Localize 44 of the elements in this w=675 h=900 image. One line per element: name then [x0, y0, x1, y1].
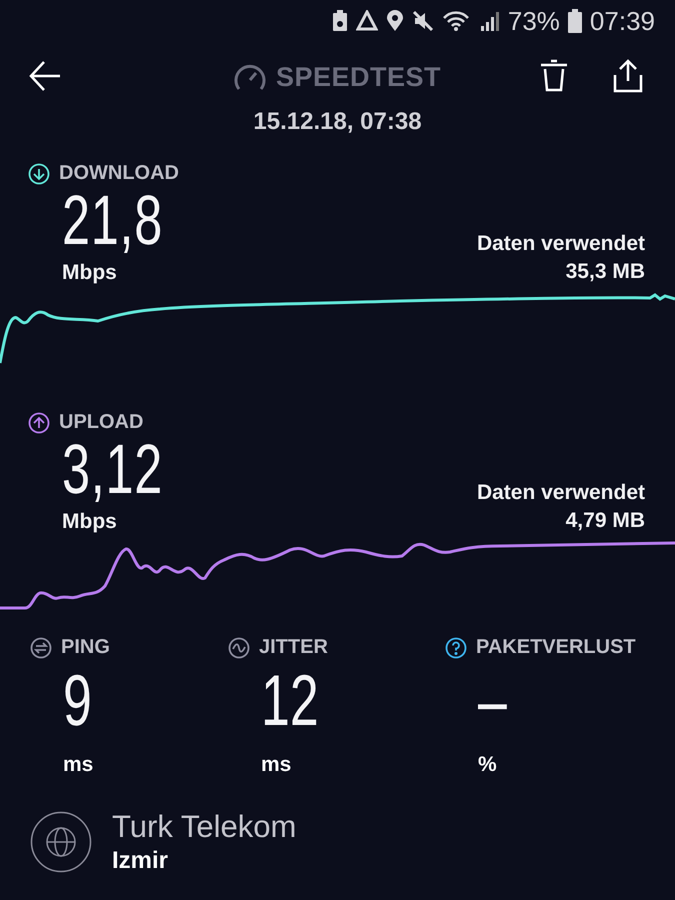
jitter-value: 12 [261, 665, 319, 743]
ping-icon [30, 636, 52, 658]
speed-unit: Mbps [62, 261, 118, 285]
share-button[interactable] [612, 59, 644, 93]
jitter-label: JITTER [259, 636, 328, 659]
download-icon [28, 162, 50, 184]
app-title: SPEEDTEST [276, 62, 442, 92]
upload-label: UPLOAD [59, 411, 144, 434]
globe-icon [30, 811, 92, 873]
packet-loss-value: – [478, 665, 507, 743]
delete-button[interactable] [538, 59, 570, 93]
data-used-label: Daten verwendet [476, 481, 645, 505]
server-location: Izmir [112, 847, 170, 875]
upload-icon [28, 412, 50, 434]
provider-name: Turk Telekom [112, 809, 296, 845]
speedometer-icon [234, 62, 266, 92]
packet-loss-unit: % [478, 753, 498, 777]
data-used-value: 4,79 MB [566, 509, 645, 533]
jitter-icon [228, 636, 250, 658]
ping-unit: ms [63, 753, 94, 777]
signal-icon [480, 10, 500, 32]
share-icon [612, 59, 644, 93]
trash-icon [538, 59, 570, 93]
ping-label: PING [61, 636, 110, 659]
battery-saver-icon [332, 10, 348, 32]
data-used-label: Daten verwendet [476, 232, 645, 256]
wifi-icon [442, 10, 472, 32]
jitter-unit: ms [261, 753, 292, 777]
back-button[interactable] [28, 59, 62, 93]
packet-loss-icon [445, 636, 467, 658]
packet-loss-label: PAKETVERLUST [476, 636, 636, 659]
back-arrow-icon [28, 59, 62, 93]
mute-icon [412, 10, 434, 32]
data-used-value: 35,3 MB [566, 260, 645, 284]
location-icon [386, 10, 404, 32]
ping-value: 9 [63, 665, 92, 743]
battery-percent: 73% [508, 6, 560, 36]
download-speed: 21,8 [62, 185, 163, 261]
test-date: 15.12.18, 07:38 [253, 108, 422, 136]
battery-icon [568, 9, 582, 33]
upload-speed: 3,12 [62, 434, 163, 510]
speed-unit: Mbps [62, 510, 118, 534]
clock: 07:39 [590, 6, 655, 36]
download-label: DOWNLOAD [59, 162, 179, 185]
